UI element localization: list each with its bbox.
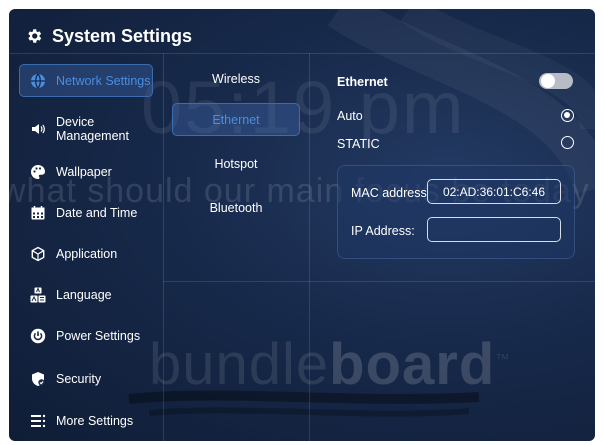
sidebar-item-label: Device Management (56, 114, 129, 143)
sidebar-item-wallpaper[interactable]: Wallpaper (19, 155, 153, 188)
tab-hotspot[interactable]: Hotspot (172, 147, 300, 180)
sidebar-item-more-settings[interactable]: More Settings (19, 404, 153, 437)
language-icon (30, 286, 46, 302)
sidebar-item-label: Wallpaper (56, 164, 112, 179)
panel-divider (163, 281, 595, 282)
title-bar: System Settings (25, 22, 192, 50)
sidebar-item-label: Date and Time (56, 205, 138, 220)
settings-window: 05:19 pm what should our main focus be t… (9, 9, 595, 441)
brand-light-text: bundle (149, 332, 330, 397)
mode-static-label: STATIC (337, 137, 380, 151)
sidebar-item-label: Application (56, 246, 118, 261)
sidebar-item-language[interactable]: Language (19, 278, 153, 311)
gear-icon (28, 29, 42, 43)
brand-trademark: ™ (495, 350, 511, 367)
ip-address-input[interactable] (427, 217, 561, 242)
brand-bold-text: board (329, 332, 496, 397)
calendar-icon (31, 205, 45, 219)
mode-auto-label: Auto (337, 109, 363, 123)
radio-auto[interactable] (561, 109, 574, 122)
sidebar-item-label: Language (56, 287, 112, 302)
shield-icon (32, 371, 45, 386)
tab-wireless[interactable]: Wireless (172, 62, 300, 95)
header-divider (9, 53, 595, 54)
mac-address-field: 02:AD:36:01:C6:46 (427, 179, 561, 204)
sidebar-item-label: Power Settings (56, 328, 141, 343)
speaker-icon (32, 123, 45, 134)
radio-static[interactable] (561, 136, 574, 149)
sidebar-item-power-settings[interactable]: Power Settings (19, 319, 153, 352)
globe-icon (31, 73, 45, 88)
power-icon (30, 328, 46, 343)
mac-address-label: MAC address (351, 186, 427, 200)
ethernet-heading: Ethernet (337, 75, 388, 89)
tabs-divider (309, 53, 310, 441)
sidebar-item-label: Network Settings (56, 73, 151, 88)
ethernet-toggle[interactable] (539, 73, 573, 89)
toggle-knob (541, 74, 555, 88)
page-title: System Settings (52, 25, 193, 46)
sidebar-divider (163, 53, 164, 441)
sidebar-item-label: More Settings (56, 413, 134, 428)
sidebar-item-security[interactable]: Security (19, 362, 153, 395)
sidebar-item-date-and-time[interactable]: Date and Time (19, 196, 153, 229)
sidebar-item-network-settings[interactable]: Network Settings (19, 64, 153, 97)
tab-bluetooth[interactable]: Bluetooth (172, 191, 300, 224)
sidebar-item-application[interactable]: Application (19, 237, 153, 270)
tab-ethernet[interactable]: Ethernet (172, 103, 300, 136)
background-brand: bundleboard™ (149, 331, 510, 398)
ip-address-label: IP Address: (351, 224, 415, 238)
hexagon-icon (31, 246, 45, 261)
palette-icon (31, 164, 45, 179)
sidebar-item-device-management[interactable]: Device Management (19, 112, 153, 145)
more-settings-icon (31, 414, 46, 427)
sidebar-item-label: Security (56, 371, 102, 386)
